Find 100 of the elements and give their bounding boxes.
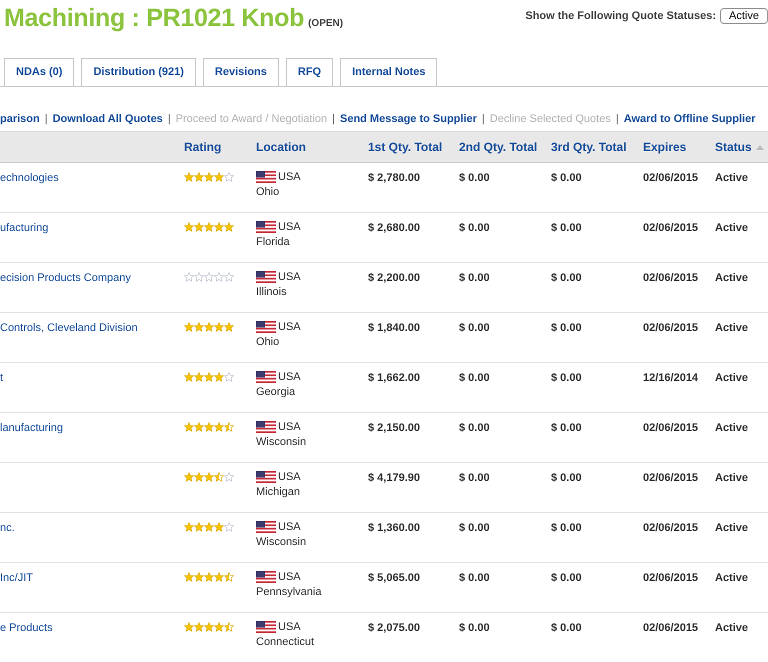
table-cell: 02/06/2015 (643, 322, 698, 334)
supplier-link[interactable]: Inc/JIT (0, 572, 34, 584)
flag-icon (256, 521, 276, 533)
supplier-link[interactable]: ecision Products Company (0, 272, 131, 284)
table-cell: $ 2,780.00 (368, 172, 420, 184)
supplier-link[interactable]: Controls, Cleveland Division (0, 322, 138, 334)
tab[interactable]: Internal Notes (340, 58, 438, 86)
table-cell: $ 2,150.00 (368, 422, 420, 434)
star-icon (214, 572, 224, 582)
state-text: Ohio (256, 336, 280, 348)
flag-icon (256, 371, 276, 383)
star-icon (204, 222, 214, 232)
star-icon (184, 472, 194, 482)
table-cell: Active (715, 222, 748, 234)
tab[interactable]: RFQ (286, 58, 334, 86)
column-header[interactable]: 2nd Qty. Total (459, 140, 538, 154)
table-cell: 02/06/2015 (643, 622, 698, 634)
table-cell: $ 5,065.00 (368, 572, 420, 584)
star-icon (204, 372, 214, 382)
table-cell: $ 1,840.00 (368, 322, 420, 334)
column-header[interactable]: Status (715, 140, 752, 154)
table-cell: $ 0.00 (459, 422, 490, 434)
star-icon (224, 572, 234, 582)
country-text: USA (278, 172, 301, 183)
state-text: Michigan (256, 486, 302, 498)
table-cell: $ 0.00 (459, 372, 490, 384)
supplier-link[interactable]: e Products (0, 622, 53, 634)
star-icon (214, 472, 224, 482)
country-text: USA (278, 522, 301, 533)
state-text: Illinois (256, 286, 288, 298)
tab[interactable]: Revisions (202, 58, 279, 86)
flag-icon (256, 471, 276, 483)
table-cell: $ 0.00 (459, 572, 490, 584)
state-text: Florida (256, 236, 291, 248)
table-cell: $ 0.00 (551, 422, 582, 434)
separator: | (44, 113, 48, 125)
table-cell: 02/06/2015 (643, 422, 698, 434)
star-icon (194, 572, 204, 582)
table-cell: Active (715, 422, 748, 434)
flag-icon (256, 221, 276, 233)
action-link[interactable]: Award to Offline Supplier (624, 113, 756, 125)
country-text: USA (278, 622, 301, 633)
supplier-link[interactable]: nc. (0, 522, 15, 534)
table-cell: $ 0.00 (551, 172, 582, 184)
table-cell: 02/06/2015 (643, 522, 698, 534)
state-text: Wisconsin (256, 536, 308, 548)
star-icon (214, 622, 224, 632)
star-icon (224, 622, 234, 632)
star-icon (194, 422, 204, 432)
separator: | (332, 113, 335, 125)
star-icon (204, 522, 214, 532)
table-cell: Active (715, 322, 748, 334)
star-icon (184, 622, 194, 632)
table-cell: Active (715, 472, 748, 484)
column-header[interactable]: Location (256, 140, 306, 154)
table-cell: 02/06/2015 (643, 272, 698, 284)
flag-icon (256, 621, 276, 633)
action-link[interactable]: Download All Quotes (52, 113, 163, 125)
table-cell: $ 0.00 (459, 472, 490, 484)
tab[interactable]: Distribution (921) (81, 58, 196, 86)
star-icon (194, 272, 204, 282)
table-cell: Active (715, 272, 748, 284)
supplier-link[interactable]: echnologies (0, 172, 59, 184)
column-header[interactable]: 1st Qty. Total (368, 140, 442, 154)
country-text: USA (278, 222, 301, 233)
star-icon (224, 322, 234, 332)
supplier-link[interactable]: t (0, 372, 4, 384)
column-header[interactable]: Rating (184, 140, 222, 154)
action-link[interactable]: Send Message to Supplier (340, 113, 477, 125)
star-icon (184, 422, 194, 432)
table-cell: $ 2,680.00 (368, 222, 420, 234)
column-header[interactable]: Expires (643, 140, 686, 154)
country-text: USA (278, 322, 301, 333)
supplier-link[interactable]: lanufacturing (0, 422, 63, 434)
star-icon (204, 622, 214, 632)
state-text: Georgia (256, 386, 296, 398)
flag-icon (256, 271, 276, 283)
sort-icon (756, 144, 764, 150)
table-cell: $ 0.00 (459, 522, 490, 534)
table-cell: $ 0.00 (551, 622, 582, 634)
column-header[interactable]: 3rd Qty. Total (551, 140, 627, 154)
action-link[interactable]: parison (0, 113, 40, 125)
star-icon (214, 372, 224, 382)
country-text: USA (278, 372, 301, 383)
star-icon (194, 172, 204, 182)
table-cell: Active (715, 572, 748, 584)
page-title: Machining : PR1021 Knob (4, 4, 304, 33)
star-icon (214, 222, 224, 232)
star-icon (204, 172, 214, 182)
table-cell: $ 0.00 (551, 522, 582, 534)
table-cell: $ 0.00 (551, 572, 582, 584)
status-dropdown[interactable]: Active (720, 8, 768, 24)
tab[interactable]: NDAs (0) (4, 58, 74, 86)
star-icon (214, 522, 224, 532)
table-cell: $ 0.00 (459, 222, 490, 234)
table-cell: 12/16/2014 (643, 372, 698, 384)
supplier-link[interactable]: ufacturing (0, 222, 48, 234)
country-text: USA (278, 272, 301, 283)
status-label: (OPEN) (308, 18, 344, 29)
state-text: Pennsylvania (256, 586, 322, 598)
